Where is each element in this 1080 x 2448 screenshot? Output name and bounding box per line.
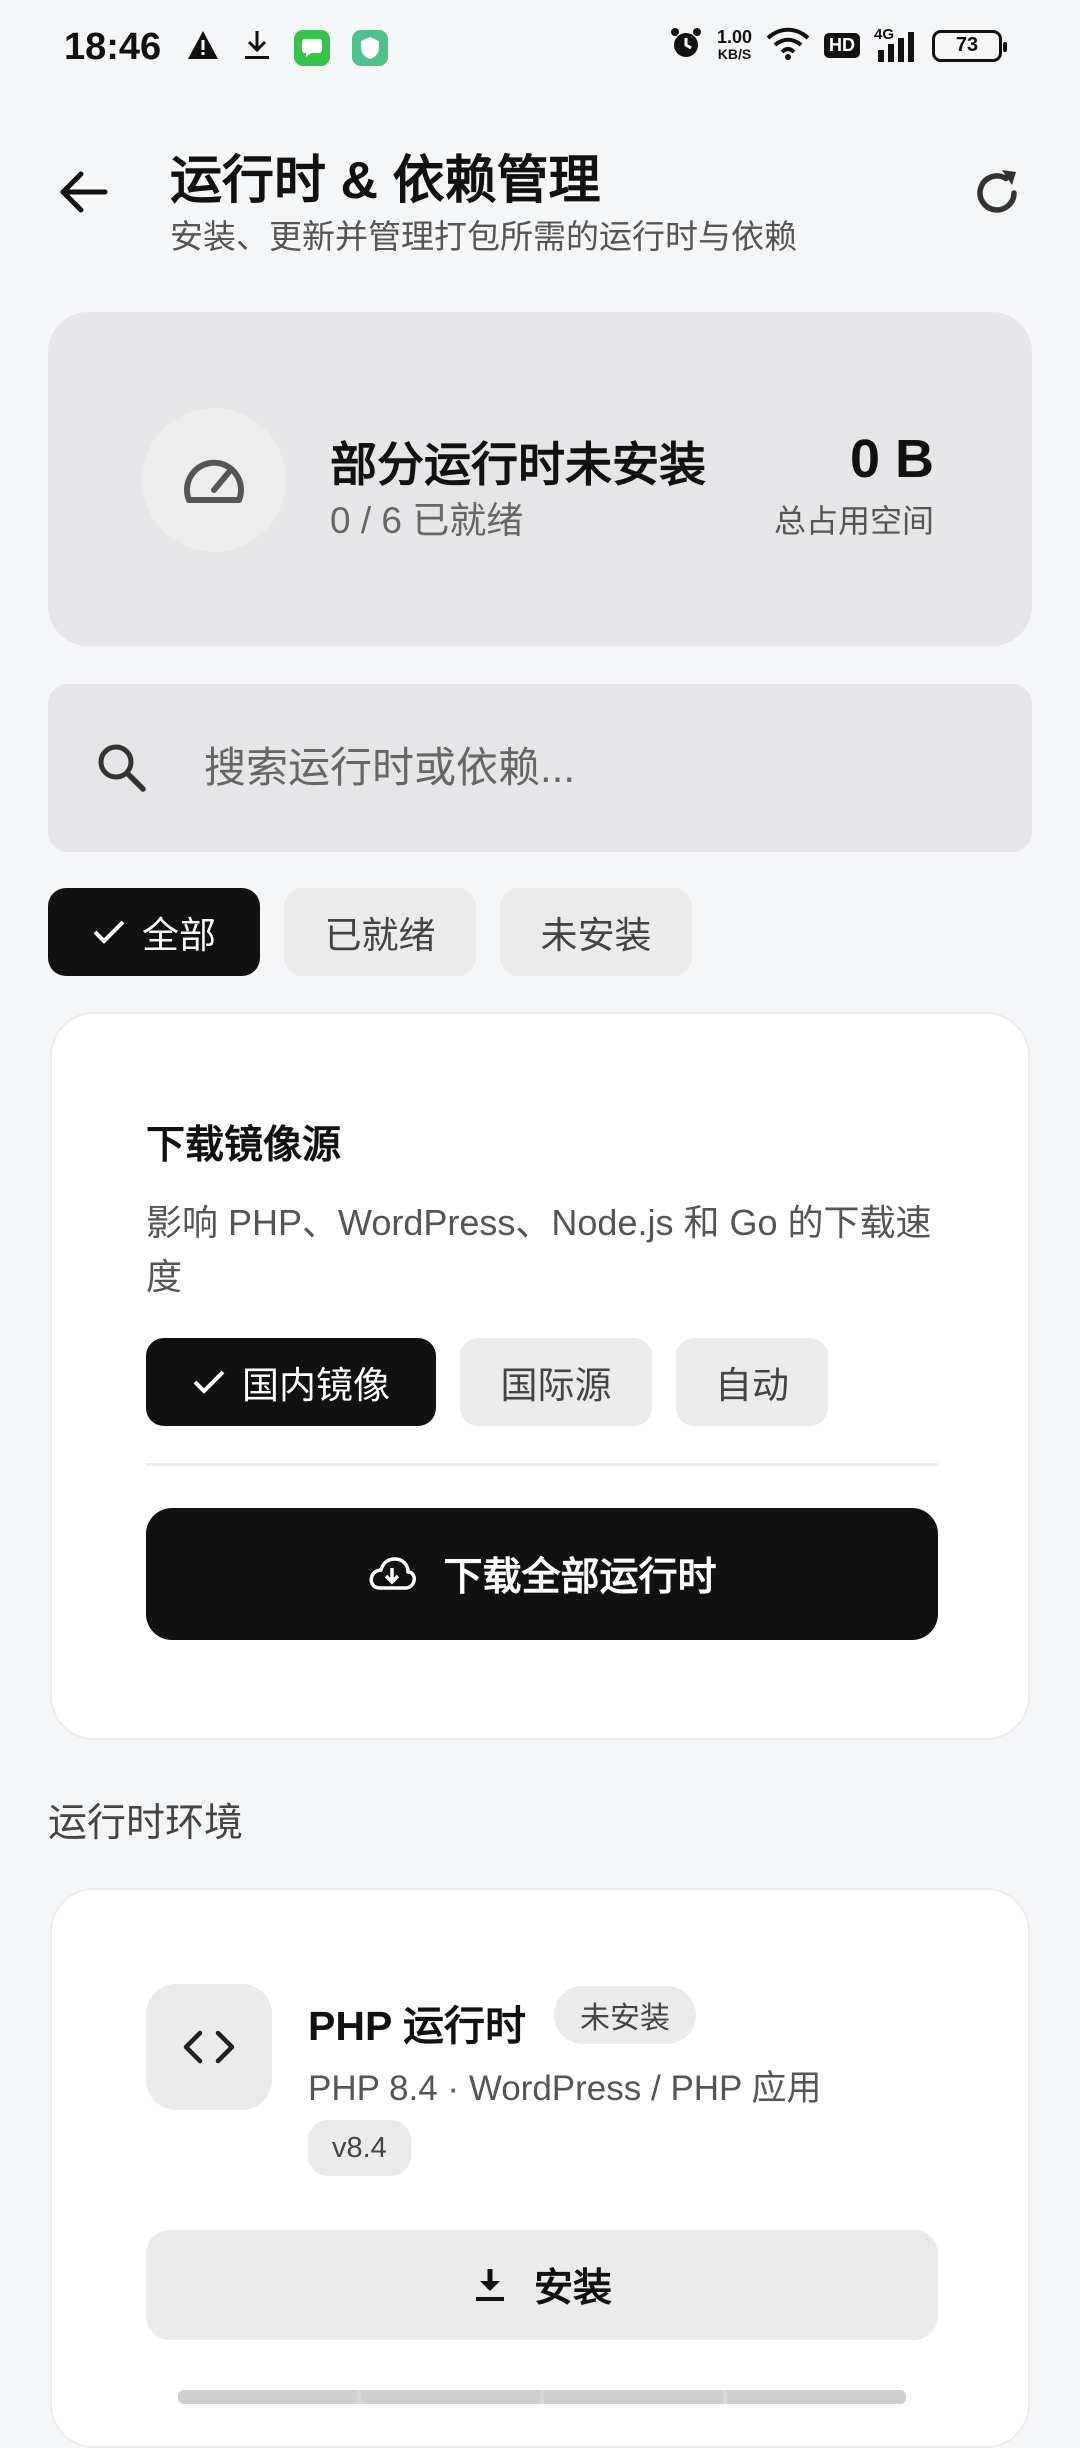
runtime-icon-tile	[146, 1984, 272, 2110]
search-icon	[98, 744, 146, 792]
mirror-option-domestic[interactable]: 国内镜像	[146, 1338, 436, 1426]
system-icons: 1.00 KB/S HD 4G 73	[669, 26, 1007, 65]
runtime-summary-card: 部分运行时未安装 0 / 6 已就绪 0 B 总占用空间	[48, 312, 1032, 646]
speedometer-icon	[184, 459, 244, 503]
card-footer-bar	[178, 2390, 906, 2404]
mirror-option-label: 国内镜像	[242, 1365, 390, 1406]
divider	[146, 1463, 938, 1466]
battery-indicator: 73	[932, 29, 1007, 62]
gauge-badge	[142, 408, 286, 552]
total-size-value: 0 B	[849, 429, 934, 489]
download-all-label: 下载全部运行时	[443, 1556, 717, 1599]
runtime-name: PHP 运行时	[308, 2003, 526, 2049]
download-icon	[475, 2269, 504, 2301]
filter-chip-label: 全部	[142, 915, 216, 956]
runtime-card-php: PHP 运行时 未安装 PHP 8.4 · WordPress / PHP 应用…	[50, 1888, 1030, 2448]
filter-chip-all[interactable]: 全部	[48, 888, 260, 976]
total-size-label: 总占用空间	[773, 503, 934, 539]
mirror-option-international[interactable]: 国际源	[460, 1338, 652, 1426]
page-title: 运行时 & 依赖管理	[170, 152, 601, 210]
check-icon	[93, 920, 125, 944]
notification-icons	[186, 28, 388, 67]
filter-chip-label: 未安装	[540, 915, 652, 956]
filter-chip-not-installed[interactable]: 未安装	[500, 888, 692, 976]
version-badge: v8.4	[308, 2120, 411, 2176]
network-speed: 1.00 KB/S	[716, 26, 752, 62]
status-bar: 18:46 1.00 KB/S HD 4G 73	[0, 0, 1080, 100]
summary-status-title: 部分运行时未安装	[330, 438, 706, 491]
runtimes-section-label: 运行时环境	[48, 1802, 244, 1845]
download-icon	[242, 28, 272, 67]
status-time: 18:46	[64, 26, 162, 68]
install-button[interactable]: 安装	[146, 2230, 938, 2340]
search-input[interactable]	[204, 730, 984, 806]
mirror-option-auto[interactable]: 自动	[676, 1338, 828, 1426]
messages-app-icon	[294, 29, 330, 66]
security-app-icon	[352, 29, 388, 66]
cellular-signal-icon: 4G	[874, 26, 918, 64]
mirror-option-label: 国际源	[500, 1365, 612, 1406]
search-bar[interactable]	[48, 684, 1032, 852]
warning-icon	[186, 29, 220, 66]
cloud-download-icon	[370, 1557, 417, 1590]
mirror-source-card: 下载镜像源 影响 PHP、WordPress、Node.js 和 Go 的下载速…	[50, 1012, 1030, 1740]
wifi-icon	[766, 26, 810, 65]
refresh-icon	[977, 170, 1017, 213]
refresh-button[interactable]	[962, 158, 1032, 228]
arrow-left-icon	[60, 171, 108, 213]
code-icon	[183, 2030, 235, 2064]
page-subtitle: 安装、更新并管理打包所需的运行时与依赖	[170, 218, 797, 255]
alarm-icon	[669, 26, 703, 65]
install-label: 安装	[533, 2267, 612, 2310]
mirror-option-label: 自动	[715, 1365, 789, 1406]
check-icon	[193, 1370, 225, 1394]
mirror-description: 影响 PHP、WordPress、Node.js 和 Go 的下载速度	[146, 1202, 932, 1297]
filter-chip-label: 已就绪	[324, 915, 436, 956]
hd-voice-badge: HD	[824, 33, 860, 58]
back-button[interactable]	[52, 160, 116, 224]
runtime-description: PHP 8.4 · WordPress / PHP 应用	[308, 2069, 822, 2108]
ready-count: 0 / 6 已就绪	[330, 500, 524, 541]
filter-chip-ready[interactable]: 已就绪	[284, 888, 476, 976]
download-all-button[interactable]: 下载全部运行时	[146, 1508, 938, 1640]
status-badge: 未安装	[554, 1986, 696, 2044]
mirror-title: 下载镜像源	[146, 1124, 342, 1167]
